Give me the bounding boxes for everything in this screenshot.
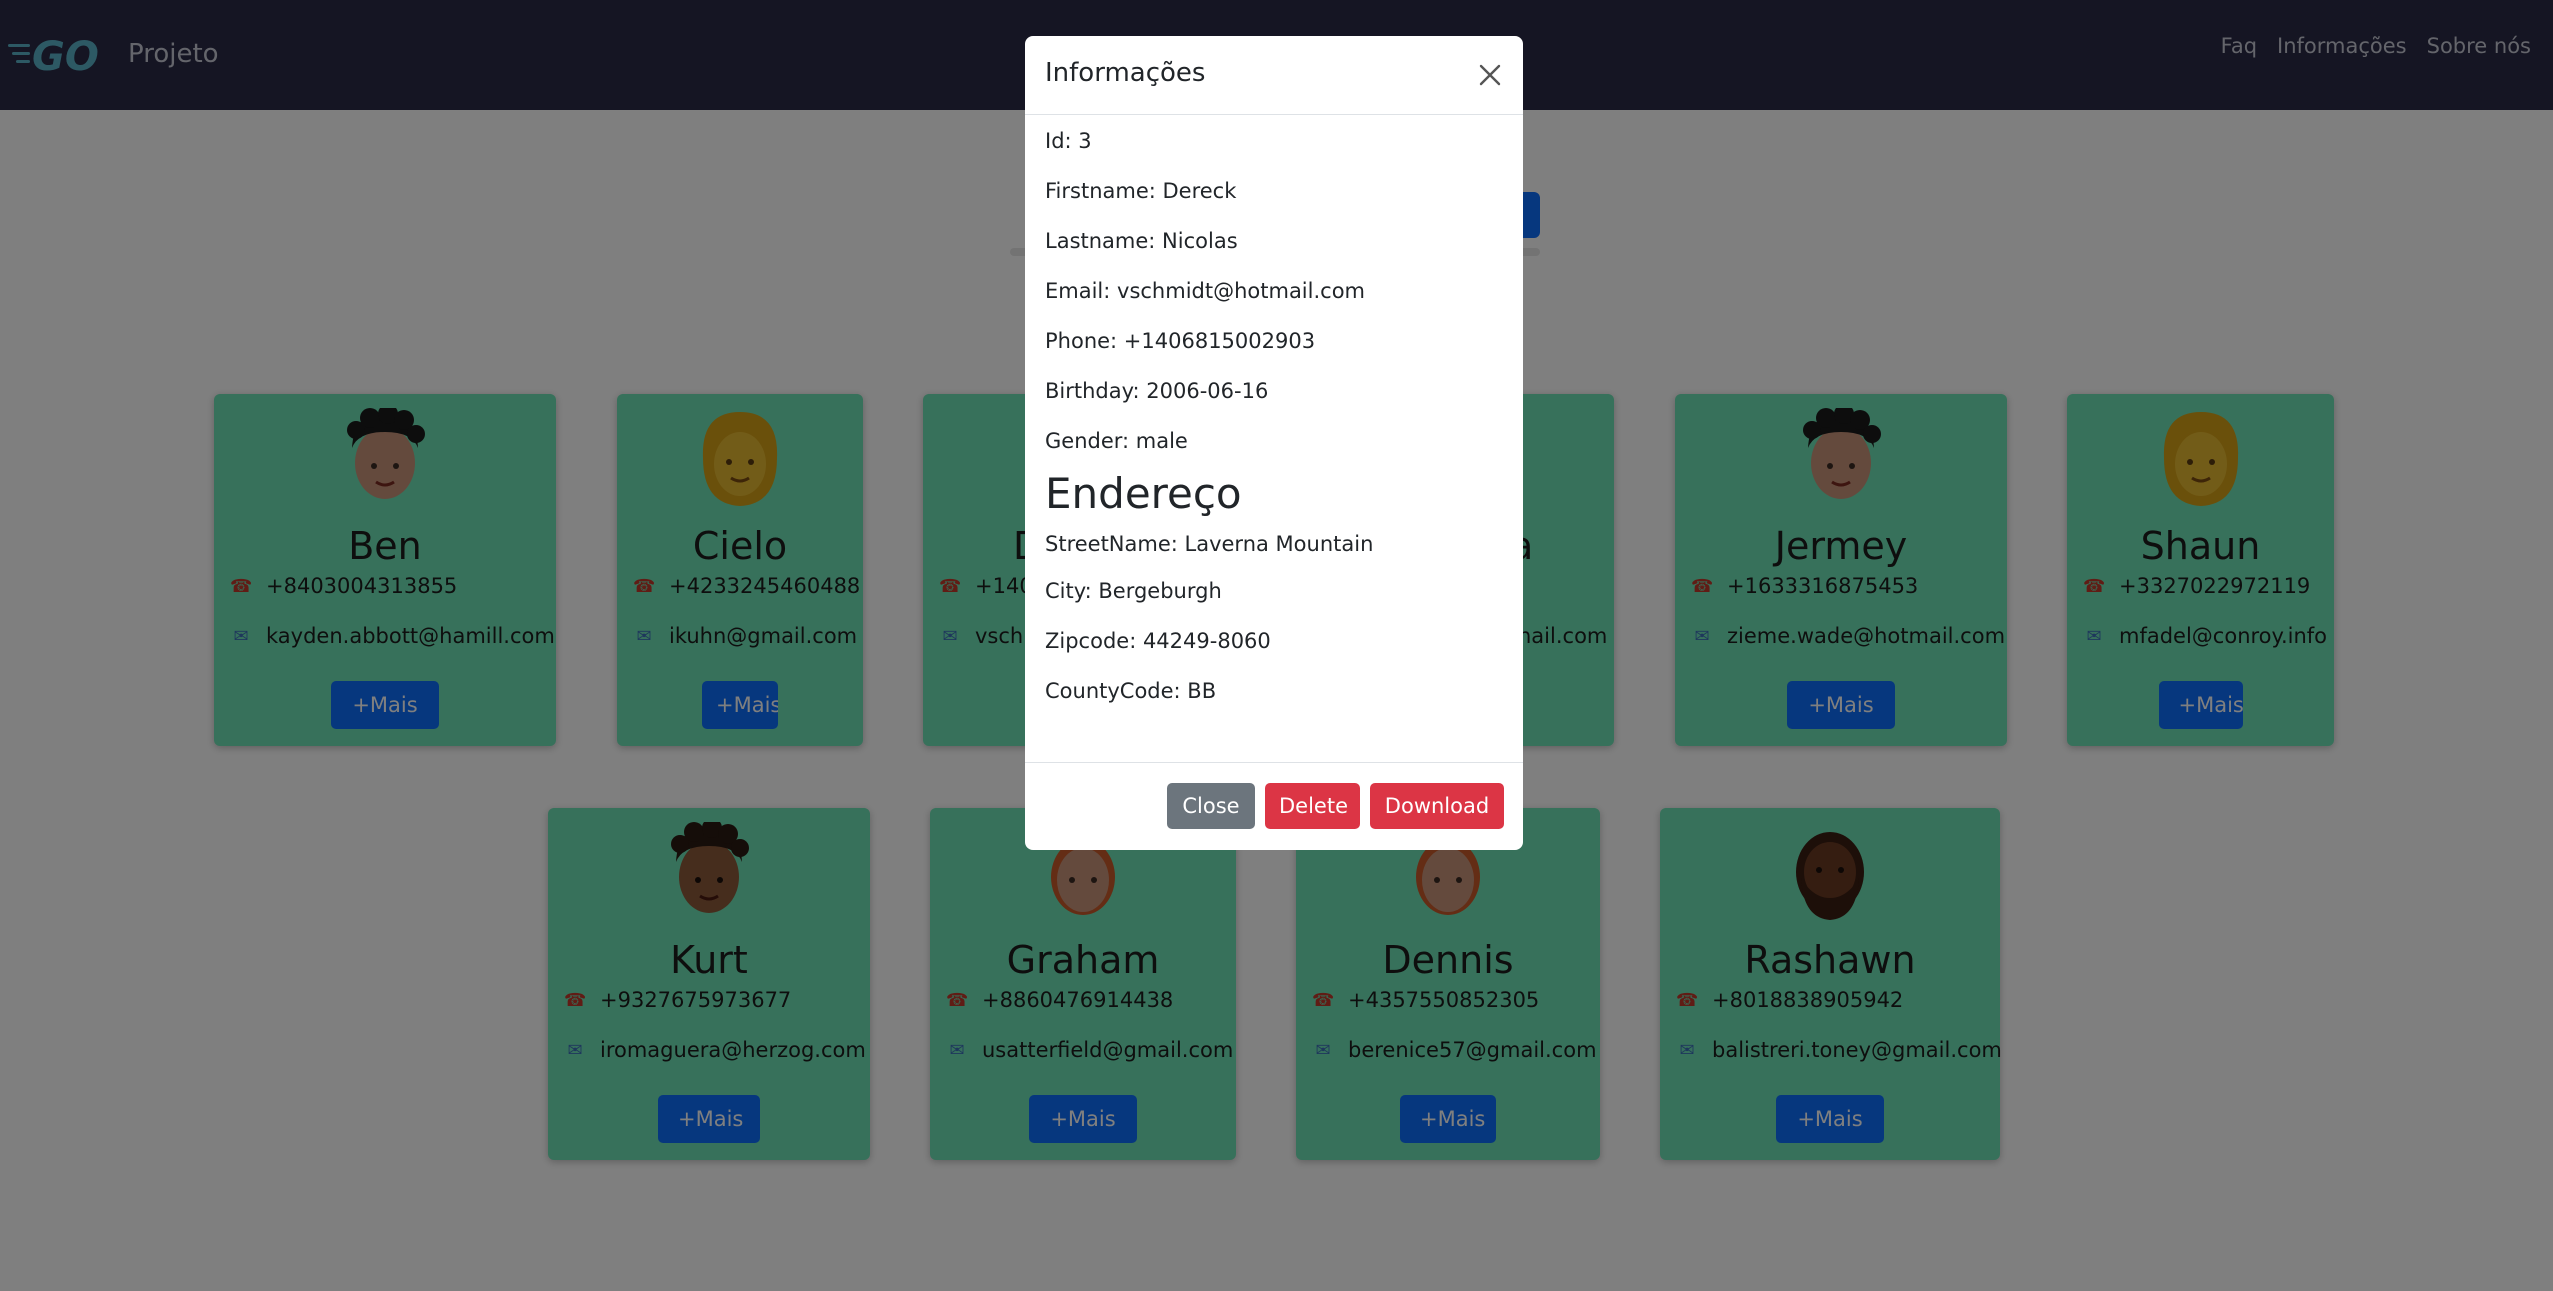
field-firstname: Firstname: Dereck	[1045, 179, 1237, 203]
field-city: City: Bergeburgh	[1045, 579, 1222, 603]
field-id: Id: 3	[1045, 129, 1092, 153]
field-streetname: StreetName: Laverna Mountain	[1045, 532, 1374, 556]
field-gender: Gender: male	[1045, 429, 1188, 453]
close-button[interactable]: Close	[1167, 783, 1255, 829]
modal-footer: Close Delete Download	[1025, 762, 1523, 850]
field-birthday: Birthday: 2006-06-16	[1045, 379, 1269, 403]
modal-title: Informações	[1045, 58, 1206, 88]
field-phone: Phone: +1406815002903	[1045, 329, 1316, 353]
address-heading: Endereço	[1045, 469, 1242, 518]
close-icon[interactable]	[1475, 60, 1505, 90]
info-modal: Informações Id: 3 Firstname: Dereck Last…	[1025, 36, 1523, 850]
field-email: Email: vschmidt@hotmail.com	[1045, 279, 1366, 303]
modal-body: Id: 3 Firstname: Dereck Lastname: Nicola…	[1045, 116, 1503, 716]
field-countycode: CountyCode: BB	[1045, 679, 1217, 703]
field-lastname: Lastname: Nicolas	[1045, 229, 1238, 253]
modal-header: Informações	[1025, 36, 1523, 115]
field-zipcode: Zipcode: 44249-8060	[1045, 629, 1271, 653]
download-button[interactable]: Download	[1370, 783, 1504, 829]
delete-button[interactable]: Delete	[1265, 783, 1360, 829]
